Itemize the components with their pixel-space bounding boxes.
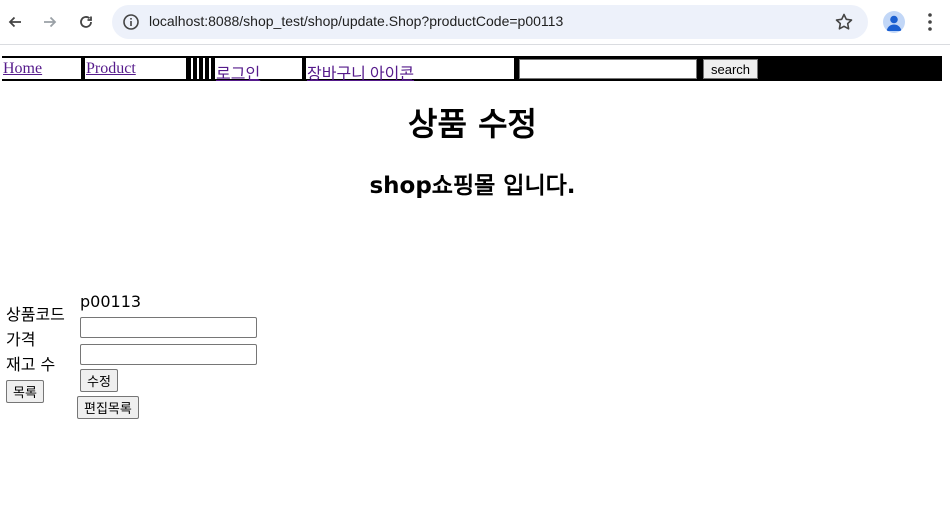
- search-input[interactable]: [519, 59, 697, 79]
- more-menu-icon[interactable]: [921, 10, 939, 34]
- page-title: 상품 수정: [408, 105, 537, 143]
- product-code-label: 상품코드: [6, 305, 65, 324]
- nav-link-login[interactable]: 로그인: [216, 60, 260, 84]
- nav-link-home[interactable]: Home: [3, 60, 42, 78]
- forward-icon[interactable]: [36, 8, 64, 36]
- nav-link-product[interactable]: Product: [86, 60, 136, 78]
- nav-empty-cell: [197, 58, 199, 79]
- url-text: localhost:8088/shop_test/shop/update.Sho…: [149, 13, 564, 29]
- site-info-icon[interactable]: [122, 13, 140, 31]
- nav-cell-product: Product: [85, 58, 186, 79]
- nav-link-cart[interactable]: 장바구니 아이콘: [307, 60, 414, 84]
- product-code-value: p00113: [80, 292, 142, 311]
- nav-cell-cart: 장바구니 아이콘: [306, 58, 514, 83]
- nav-empty-cell: [191, 58, 193, 79]
- nav-empty-cell: [209, 58, 211, 79]
- reload-icon[interactable]: [72, 8, 100, 36]
- price-input[interactable]: [80, 317, 257, 338]
- nav-cell-login: 로그인: [215, 58, 302, 83]
- address-bar[interactable]: localhost:8088/shop_test/shop/update.Sho…: [112, 5, 868, 39]
- browser-toolbar: localhost:8088/shop_test/shop/update.Sho…: [0, 0, 950, 44]
- nav-empty-cell: [203, 58, 205, 79]
- page-subtitle: shop쇼핑몰 입니다.: [369, 173, 576, 199]
- site-nav-bar: Home Product 로그인 장바구니 아이콘 search: [2, 56, 942, 83]
- list-button[interactable]: 목록: [6, 380, 44, 403]
- edit-list-button[interactable]: 편집목록: [77, 396, 139, 419]
- back-icon[interactable]: [1, 8, 29, 36]
- bookmark-star-icon[interactable]: [834, 12, 854, 32]
- profile-avatar[interactable]: [883, 11, 905, 33]
- price-label: 가격: [6, 330, 36, 349]
- stock-label: 재고 수: [6, 355, 56, 374]
- stock-input[interactable]: [80, 344, 257, 365]
- toolbar-divider: [0, 44, 950, 45]
- search-button[interactable]: search: [703, 59, 758, 79]
- nav-cell-home: Home: [2, 58, 81, 79]
- update-button[interactable]: 수정: [80, 369, 118, 392]
